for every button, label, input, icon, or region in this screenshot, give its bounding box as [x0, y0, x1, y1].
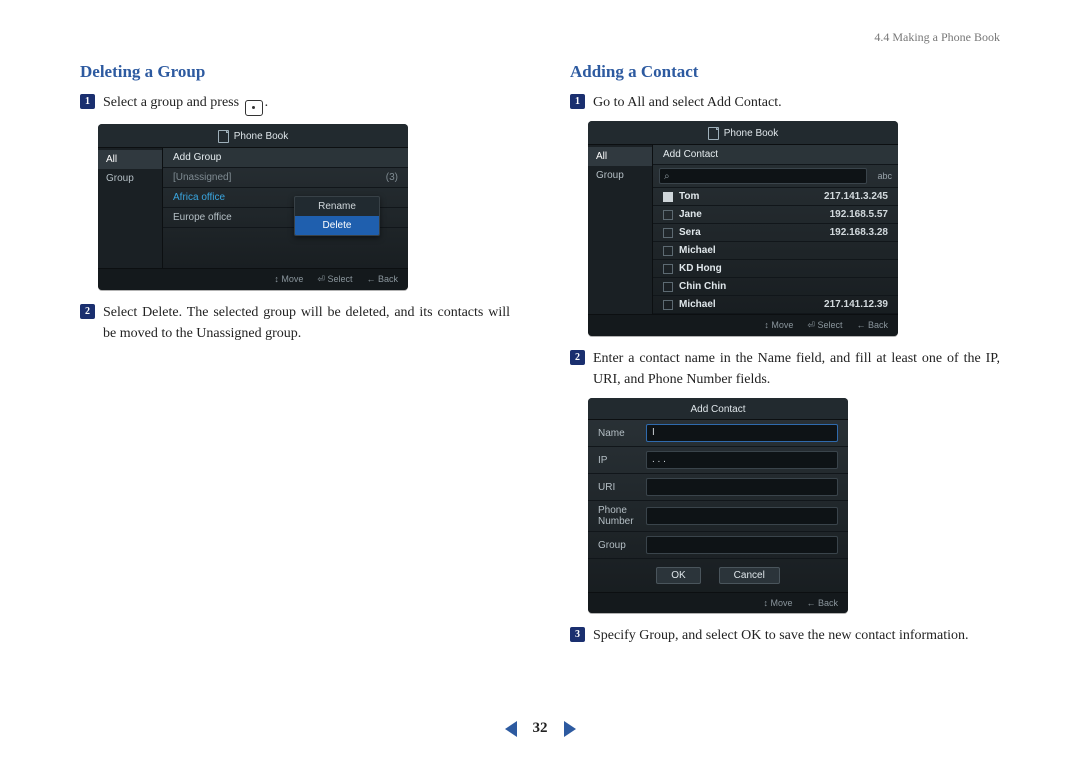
contact-name: Sera: [679, 227, 824, 238]
contact-row[interactable]: Tom 217.141.3.245: [653, 188, 898, 206]
footer-move: ↕ Move: [764, 320, 793, 331]
sidebar-item-group[interactable]: Group: [98, 169, 162, 188]
heading-adding-contact: Adding a Contact: [570, 62, 1000, 82]
context-menu-rename[interactable]: Rename: [295, 197, 379, 216]
screenshot-add-contact-form: Add Contact Name I IP . . . URI Phone N: [588, 398, 848, 613]
phonebook-icon: [218, 130, 229, 143]
name-field[interactable]: I: [646, 424, 838, 442]
contact-name: Michael: [679, 299, 818, 310]
label-name: Name: [598, 428, 646, 439]
ip-field[interactable]: . . .: [646, 451, 838, 469]
contact-ip: 217.141.3.245: [824, 191, 888, 202]
footer-select: ⏎ Select: [807, 320, 842, 331]
step-badge-1: 1: [80, 94, 95, 109]
sidebar-item-all[interactable]: All: [98, 150, 162, 169]
ok-button[interactable]: OK: [656, 567, 700, 584]
footer-select: ⏎ Select: [317, 274, 352, 285]
step-2b-text: Enter a contact name in the Name field, …: [593, 348, 1000, 390]
contact-checkbox[interactable]: [663, 228, 673, 238]
contact-ip: 192.168.3.28: [830, 227, 888, 238]
remote-button-icon: [245, 100, 263, 116]
contact-checkbox[interactable]: [663, 300, 673, 310]
breadcrumb: 4.4 Making a Phone Book: [874, 30, 1000, 45]
contact-row[interactable]: Michael 217.141.12.39: [653, 296, 898, 314]
sidebar-item-group[interactable]: Group: [588, 166, 652, 185]
step-badge-2: 2: [80, 304, 95, 319]
group-row-unassigned[interactable]: [Unassigned] (3): [163, 168, 408, 188]
contact-row[interactable]: Sera 192.168.3.28: [653, 224, 898, 242]
step-badge-1b: 1: [570, 94, 585, 109]
label-uri: URI: [598, 482, 646, 493]
contact-row[interactable]: Jane 192.168.5.57: [653, 206, 898, 224]
add-contact-row[interactable]: Add Contact: [653, 145, 898, 165]
contact-name: Michael: [679, 245, 882, 256]
prev-page-icon[interactable]: [505, 721, 517, 737]
ime-mode: abc: [877, 171, 892, 181]
pager: 32: [0, 720, 1080, 737]
next-page-icon[interactable]: [564, 721, 576, 737]
context-menu: Rename Delete: [294, 196, 380, 236]
contact-name: KD Hong: [679, 263, 882, 274]
cancel-button[interactable]: Cancel: [719, 567, 780, 584]
shot-title: Phone Book: [234, 131, 289, 142]
footer-back: ← Back: [366, 274, 398, 285]
contact-name: Jane: [679, 209, 824, 220]
footer-move: ↕ Move: [274, 274, 303, 285]
contact-checkbox[interactable]: [663, 210, 673, 220]
uri-field[interactable]: [646, 478, 838, 496]
sidebar-item-all[interactable]: All: [588, 147, 652, 166]
step-1b-text: Go to All and select Add Contact.: [593, 92, 782, 113]
footer-move: ↕ Move: [763, 598, 792, 608]
add-group-row[interactable]: Add Group: [163, 148, 408, 168]
contact-checkbox[interactable]: [663, 246, 673, 256]
form-title: Add Contact: [690, 404, 745, 415]
contact-ip: 192.168.5.57: [830, 209, 888, 220]
contact-row[interactable]: KD Hong: [653, 260, 898, 278]
contact-checkbox[interactable]: [663, 282, 673, 292]
step-badge-3b: 3: [570, 627, 585, 642]
search-input[interactable]: ⌕: [659, 168, 867, 184]
phone-field[interactable]: [646, 507, 838, 525]
contact-checkbox[interactable]: [663, 264, 673, 274]
page-number: 32: [533, 720, 548, 737]
step-badge-2b: 2: [570, 350, 585, 365]
search-icon: ⌕: [664, 171, 670, 182]
step-1-text: Select a group and press .: [103, 92, 268, 116]
label-phone: Phone Number: [598, 505, 646, 527]
screenshot-delete-group: Phone Book All Group Add Group [Unassign…: [98, 124, 408, 290]
footer-back: ← Back: [856, 320, 888, 331]
contact-ip: 217.141.12.39: [824, 299, 888, 310]
contact-row[interactable]: Michael: [653, 242, 898, 260]
contact-name: Chin Chin: [679, 281, 882, 292]
group-field[interactable]: [646, 536, 838, 554]
contact-checkbox[interactable]: [663, 192, 673, 202]
contact-row[interactable]: Chin Chin: [653, 278, 898, 296]
screenshot-contact-list: Phone Book All Group Add Contact ⌕ abc: [588, 121, 898, 336]
label-ip: IP: [598, 455, 646, 466]
footer-back: ← Back: [806, 598, 838, 608]
heading-deleting-group: Deleting a Group: [80, 62, 510, 82]
context-menu-delete[interactable]: Delete: [295, 216, 379, 235]
label-group: Group: [598, 540, 646, 551]
step-3b-text: Specify Group, and select OK to save the…: [593, 625, 969, 646]
phonebook-icon: [708, 127, 719, 140]
step-2-text: Select Delete. The selected group will b…: [103, 302, 510, 344]
contact-name: Tom: [679, 191, 818, 202]
shot-title: Phone Book: [724, 128, 779, 139]
